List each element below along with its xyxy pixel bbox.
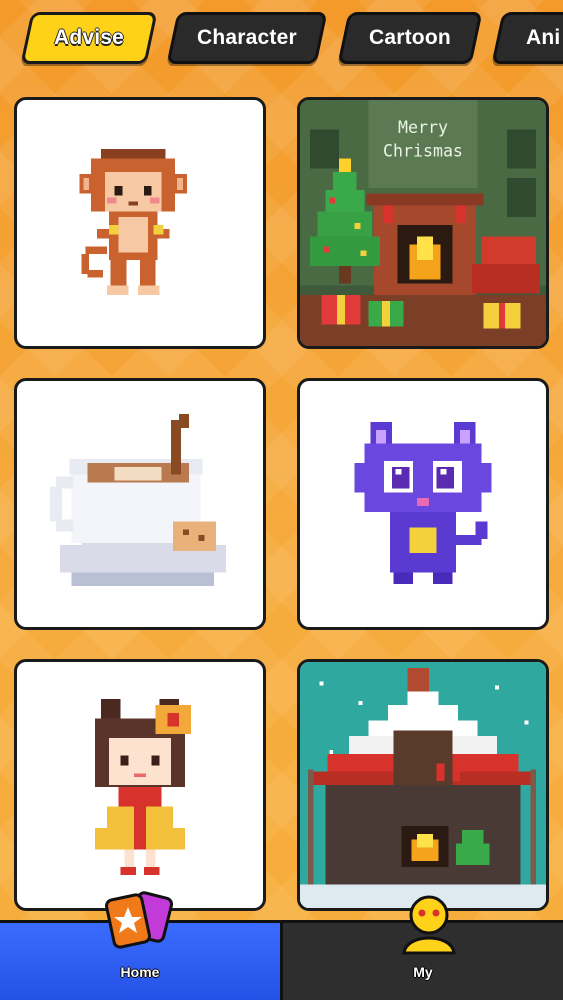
artwork-card-christmas[interactable]: Merry Chrismas (297, 97, 549, 349)
artwork-card-cabin[interactable] (297, 659, 549, 911)
nav-my[interactable]: My (283, 895, 563, 1000)
nav-home[interactable]: Home (0, 891, 283, 1000)
artwork-card-coffee[interactable] (14, 378, 266, 630)
snowy-cabin-pixel-art-icon (300, 662, 546, 908)
purple-cat-pixel-art-icon (354, 422, 492, 585)
tab-cartoon-label: Cartoon (369, 26, 451, 49)
tab-advise[interactable]: Advise (20, 12, 158, 64)
artwork-card-girl[interactable] (14, 659, 266, 911)
cards-icon (105, 891, 174, 949)
christmas-caption-line1: Merry (398, 118, 448, 137)
coffee-cup-pixel-art-icon (50, 414, 226, 586)
nav-my-label: My (413, 964, 433, 980)
tab-animal-label: Ani (526, 26, 561, 49)
artwork-card-monkey[interactable] (14, 97, 266, 349)
tab-character[interactable]: Character (166, 12, 328, 64)
category-tabs: Advise Character Cartoon Ani (0, 12, 563, 66)
tab-cartoon[interactable]: Cartoon (337, 12, 483, 64)
christmas-fireplace-pixel-art-icon: Merry Chrismas (300, 100, 546, 346)
tab-animal[interactable]: Ani (491, 12, 563, 64)
cat-girl-pixel-art-icon (95, 699, 191, 875)
user-avatar-icon (402, 895, 456, 955)
christmas-caption-line2: Chrismas (383, 142, 463, 161)
tab-character-label: Character (197, 26, 297, 49)
artwork-card-cat[interactable] (297, 378, 549, 630)
monkey-pixel-art-icon (79, 148, 187, 296)
tab-advise-label: Advise (53, 26, 125, 49)
nav-home-label: Home (120, 964, 160, 980)
bottom-nav: Home My (0, 891, 563, 1000)
